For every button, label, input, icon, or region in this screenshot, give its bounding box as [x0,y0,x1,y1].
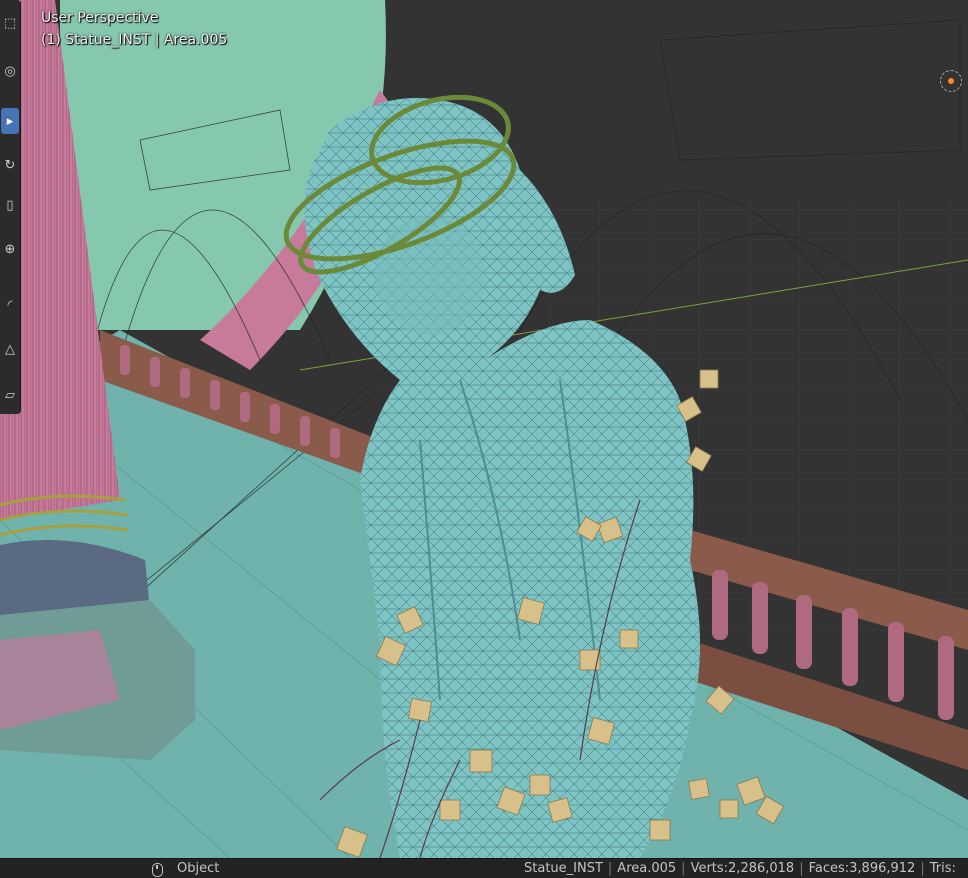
stats-verts: Verts:2,286,018 [690,861,795,876]
mode-hint: Object [152,859,219,878]
scene-stats: Statue_INST | Area.005 | Verts:2,286,018 | Fac… [524,861,956,876]
select-box-tool-icon[interactable]: ⬚ [1,10,19,36]
stats-collection: Area.005 [617,861,677,876]
cursor-tool-icon[interactable]: ◎ [1,58,19,84]
light-gizmo-icon[interactable] [940,70,962,92]
mouse-icon [152,863,163,877]
measure-tool-icon[interactable]: △ [1,336,19,362]
view-name: User Perspective [41,10,159,26]
stats-tris: Tris: [929,861,956,876]
mode-label: Object [177,861,220,876]
rotate-tool-icon[interactable]: ↻ [1,152,19,178]
move-tool-icon[interactable]: ▸ [1,108,19,134]
scale-tool-icon[interactable]: ▯ [1,192,19,218]
add-cube-tool-icon[interactable]: ▱ [1,382,19,408]
tool-shelf: ⬚ ◎ ▸ ↻ ▯ ⊕ ◜ △ ▱ [0,0,21,414]
status-bar: Object Statue_INST | Area.005 | Verts:2,286,… [0,858,968,878]
active-object-label: (1) Statue_INST | Area.005 [41,32,228,48]
stats-faces: Faces:3,896,912 [808,861,916,876]
stats-object: Statue_INST [524,861,603,876]
scene-render[interactable] [0,0,968,858]
annotate-tool-icon[interactable]: ◜ [1,292,19,318]
transform-tool-icon[interactable]: ⊕ [1,236,19,262]
3d-viewport[interactable]: ⬚ ◎ ▸ ↻ ▯ ⊕ ◜ △ ▱ User Perspective (1) S… [0,0,968,858]
